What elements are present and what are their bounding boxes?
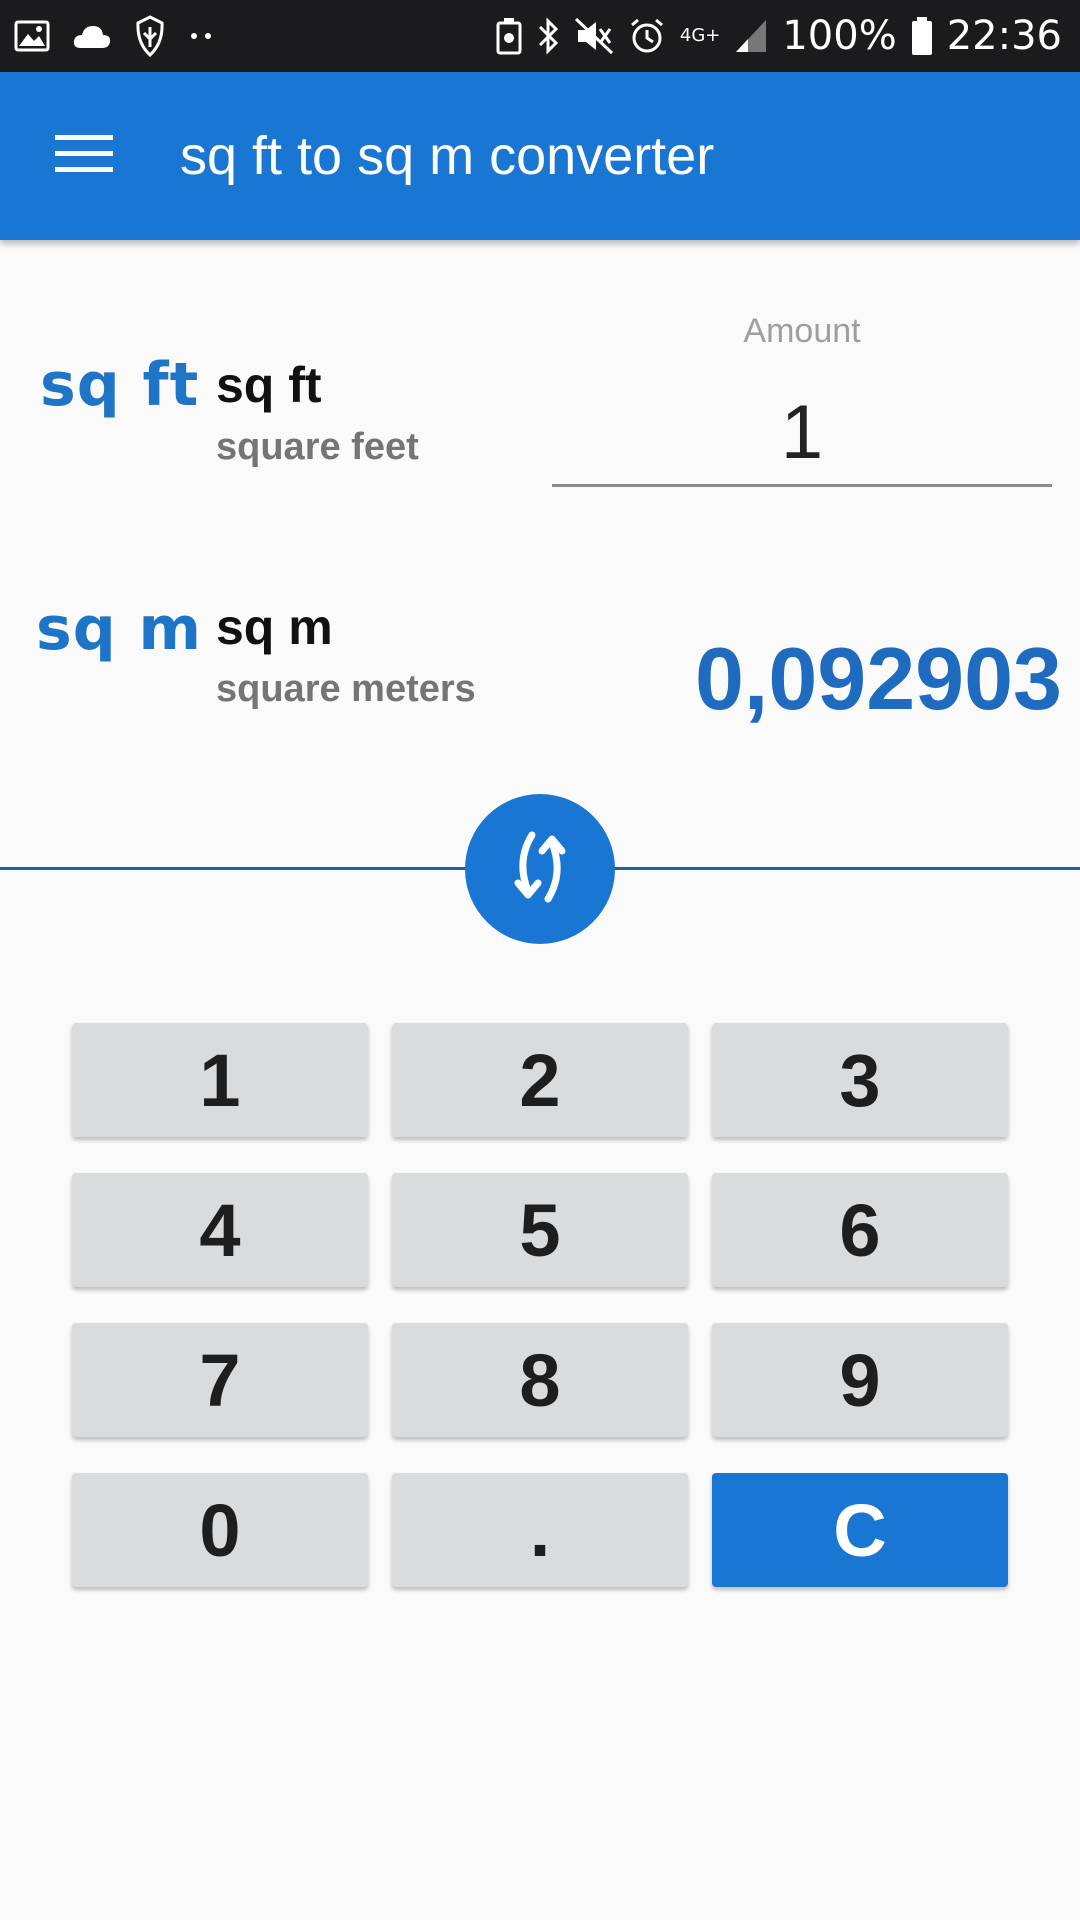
amount-label: Amount (743, 312, 861, 350)
app-bar: sq ft to sq m converter (0, 72, 1080, 240)
network-type-indicator: 4G+ (679, 25, 721, 46)
status-bar: 4G+ 100% 22:36 (0, 0, 1080, 72)
amount-input[interactable] (552, 380, 1052, 487)
hamburger-menu-icon (55, 133, 113, 180)
key-decimal[interactable]: . (392, 1473, 688, 1587)
from-unit-logo: sq ft (40, 350, 200, 420)
key-2[interactable]: 2 (392, 1023, 688, 1137)
gallery-icon (14, 20, 50, 52)
status-left-icons (14, 0, 216, 72)
menu-button[interactable] (42, 122, 126, 190)
from-unit-name[interactable]: square feet (216, 426, 419, 469)
swap-arrows-icon (498, 825, 582, 914)
shield-leaf-icon (134, 15, 166, 57)
bluetooth-icon (536, 16, 560, 56)
to-unit-name[interactable]: square meters (216, 668, 476, 711)
alarm-icon (628, 17, 666, 55)
key-3[interactable]: 3 (712, 1023, 1008, 1137)
status-time: 22:36 (946, 13, 1062, 59)
key-4[interactable]: 4 (72, 1173, 368, 1287)
key-0[interactable]: 0 (72, 1473, 368, 1587)
battery-icon (911, 16, 933, 56)
signal-icon (734, 18, 768, 54)
battery-saver-icon (496, 17, 522, 55)
app-title: sq ft to sq m converter (180, 126, 715, 186)
status-right-icons: 4G+ 100% 22:36 (496, 0, 1062, 72)
to-unit-symbol[interactable]: sq m (216, 598, 333, 656)
result-value: 0,092903 (694, 629, 1062, 728)
swap-units-button[interactable] (465, 794, 615, 944)
more-dots-icon (188, 31, 216, 41)
key-5[interactable]: 5 (392, 1173, 688, 1287)
clear-button[interactable]: C (712, 1473, 1008, 1587)
to-unit-logo: sq m (36, 594, 203, 664)
key-1[interactable]: 1 (72, 1023, 368, 1137)
battery-percentage: 100% (782, 13, 897, 59)
key-7[interactable]: 7 (72, 1323, 368, 1437)
cloud-icon (72, 22, 112, 50)
key-6[interactable]: 6 (712, 1173, 1008, 1287)
key-8[interactable]: 8 (392, 1323, 688, 1437)
key-9[interactable]: 9 (712, 1323, 1008, 1437)
from-unit-symbol[interactable]: sq ft (216, 356, 322, 414)
mute-icon (574, 17, 614, 55)
